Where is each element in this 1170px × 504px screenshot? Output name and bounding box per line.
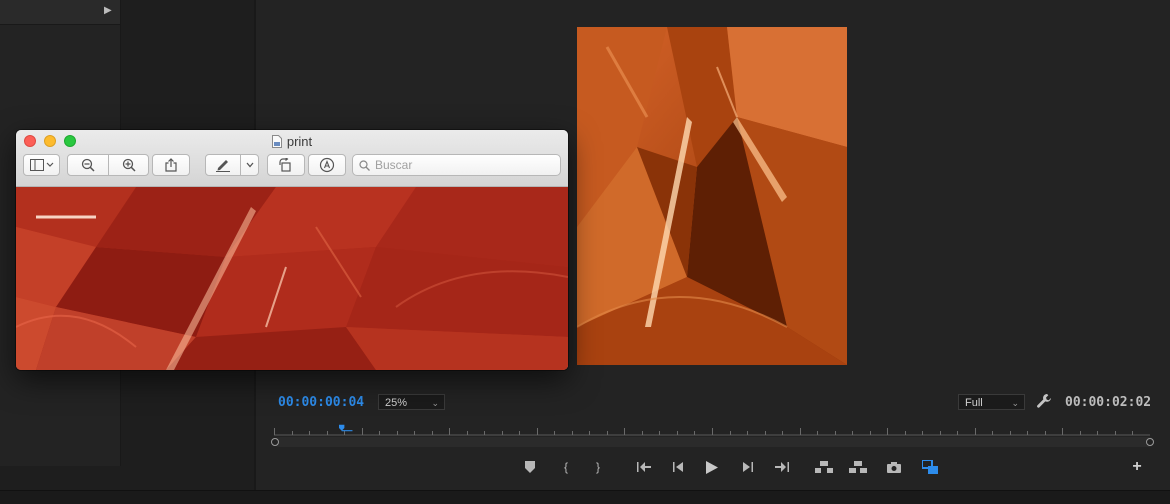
preview-document-image <box>16 187 568 370</box>
comparison-view-icon[interactable] <box>920 457 940 477</box>
scroll-bar-right-handle[interactable] <box>1146 438 1154 446</box>
marker-icon[interactable] <box>520 457 540 477</box>
rotate-button[interactable] <box>267 154 305 176</box>
go-to-out-icon[interactable] <box>772 457 792 477</box>
search-placeholder: Buscar <box>375 158 413 172</box>
mark-in-icon[interactable]: { <box>556 457 576 477</box>
time-ruler[interactable] <box>274 422 1150 436</box>
document-icon <box>271 135 282 148</box>
go-to-in-icon[interactable] <box>634 457 654 477</box>
window-title: print <box>16 134 568 149</box>
zoom-out-icon <box>81 158 95 172</box>
sidebar-toggle-button[interactable] <box>23 154 60 176</box>
search-icon <box>359 159 370 171</box>
chevron-down-icon: ⌄ <box>431 398 439 408</box>
markup-menu-button[interactable] <box>240 154 259 176</box>
current-timecode[interactable]: 00:00:00:04 <box>278 395 364 410</box>
bottom-panel-strip <box>0 490 1170 504</box>
foil-image <box>577 27 847 365</box>
window-title-text: print <box>286 134 313 149</box>
export-frame-icon[interactable] <box>884 457 904 477</box>
annotate-button[interactable] <box>308 154 346 176</box>
panel-expand-icon[interactable]: ▶ <box>104 5 112 16</box>
playhead[interactable] <box>339 422 353 434</box>
step-forward-icon[interactable] <box>738 457 758 477</box>
lift-icon[interactable] <box>814 457 834 477</box>
preview-window: print Buscar <box>16 130 568 370</box>
markup-button[interactable] <box>205 154 241 176</box>
share-icon <box>165 158 177 172</box>
project-panel-header <box>0 0 120 25</box>
playback-resolution-select[interactable]: Full ⌄ <box>958 394 1025 410</box>
share-button[interactable] <box>152 154 190 176</box>
transport-controls: { } <box>520 457 950 477</box>
sidebar-icon <box>29 159 53 171</box>
duration-timecode: 00:00:02:02 <box>1065 395 1152 410</box>
zoom-in-button[interactable] <box>108 154 149 176</box>
mark-out-icon[interactable]: } <box>588 457 608 477</box>
zoom-out-button[interactable] <box>67 154 109 176</box>
zoom-scroll-bar[interactable] <box>274 437 1154 447</box>
play-icon[interactable] <box>702 457 722 477</box>
add-button-icon[interactable]: + <box>1130 459 1144 475</box>
settings-wrench-icon[interactable] <box>1036 393 1052 409</box>
program-frame-image <box>577 27 847 365</box>
annotate-icon <box>319 157 335 173</box>
step-back-icon[interactable] <box>668 457 688 477</box>
zoom-level-value: 25% <box>385 397 408 409</box>
scroll-bar-left-handle[interactable] <box>271 438 279 446</box>
chevron-down-icon: ⌄ <box>1011 398 1019 408</box>
red-foil-image <box>16 187 568 370</box>
extract-icon[interactable] <box>848 457 868 477</box>
chevron-down-icon <box>246 162 253 168</box>
zoom-in-icon <box>122 158 136 172</box>
preview-toolbar: print Buscar <box>16 130 568 187</box>
zoom-level-select[interactable]: 25% ⌄ <box>378 394 445 410</box>
pen-icon <box>216 160 230 172</box>
rotate-icon <box>279 158 291 172</box>
resolution-value: Full <box>965 397 983 409</box>
search-field[interactable]: Buscar <box>352 154 561 176</box>
